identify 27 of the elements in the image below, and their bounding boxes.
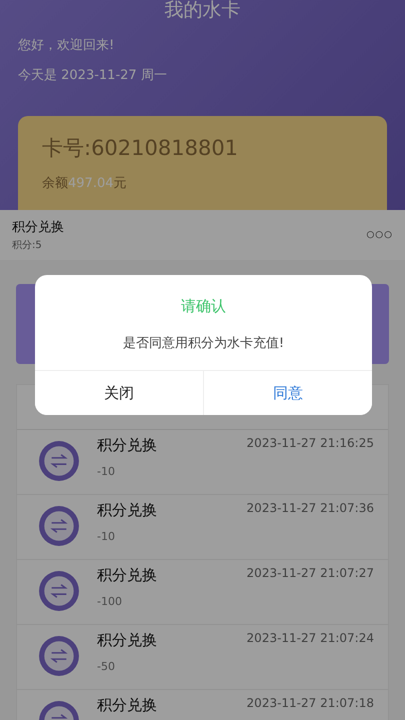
points-text: 积分:5 (12, 239, 43, 252)
greeting-text: 您好，欢迎回来! (18, 37, 116, 54)
record-title: 积分兑换 (97, 631, 158, 650)
record-title: 积分兑换 (97, 436, 158, 455)
balance-label: 余额 (42, 176, 68, 191)
record-time: 2023-11-27 21:07:24 (246, 631, 374, 645)
record-amount: -10 (97, 530, 116, 543)
record-time: 2023-11-27 21:16:25 (246, 436, 374, 450)
date-text: 今天是 2023-11-27 周一 (18, 67, 168, 84)
card-number: 卡号:60210818801 (42, 135, 240, 162)
balance-unit: 元 (114, 176, 126, 191)
balance-value: 497.04 (68, 176, 114, 191)
record-title: 积分兑换 (97, 696, 158, 715)
record-time: 2023-11-27 21:07:27 (246, 566, 374, 580)
close-button[interactable]: 关闭 (35, 371, 204, 415)
record-time: 2023-11-27 21:07:36 (246, 501, 374, 515)
record-title: 积分兑换 (97, 501, 158, 520)
more-button[interactable]: ○○○ (366, 230, 393, 240)
record-amount: -10 (97, 465, 116, 478)
page-title: 我的水卡 (164, 0, 242, 22)
record-time: 2023-11-27 21:07:18 (246, 696, 374, 710)
dialog-message: 是否同意用积分为水卡充值! (122, 335, 286, 352)
record-title: 积分兑换 (97, 566, 158, 585)
record-amount: -100 (97, 595, 123, 608)
dialog-title: 请确认 (180, 297, 227, 316)
sheet-title: 积分兑换 (12, 219, 64, 236)
record-amount: -50 (97, 660, 116, 673)
